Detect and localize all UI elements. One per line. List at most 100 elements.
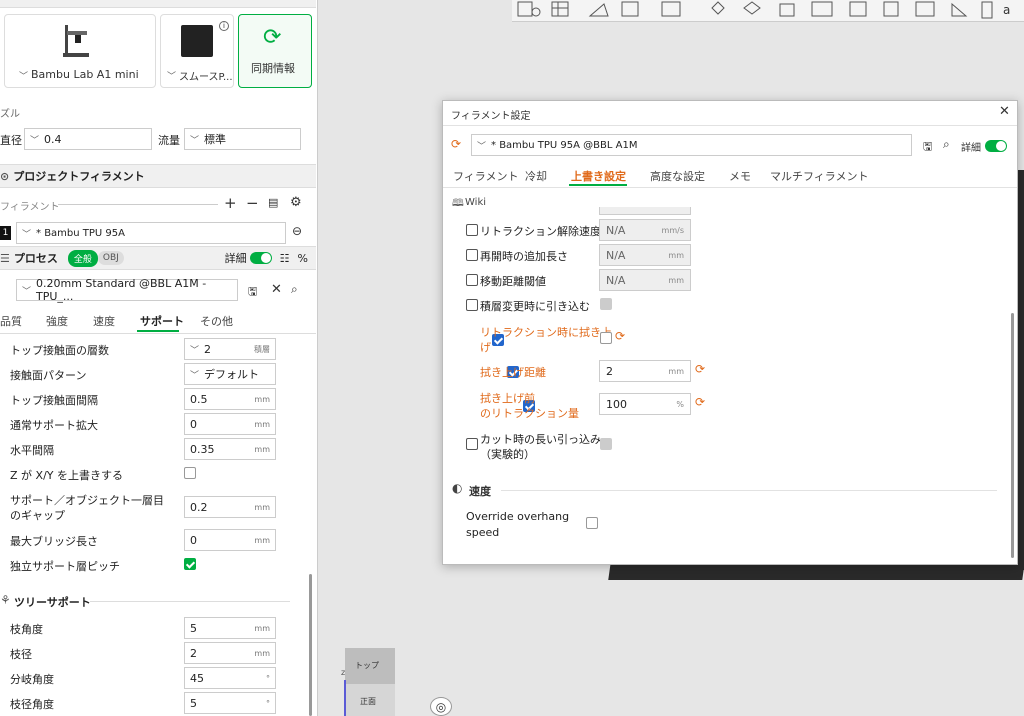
travel-distance-threshold-checkbox[interactable] xyxy=(466,274,478,286)
process-preset-select[interactable]: ﹀ 0.20mm Standard @BBL A1M -TPU_... xyxy=(16,277,238,303)
filament-select[interactable]: ﹀ * Bambu TPU 95A xyxy=(16,222,286,244)
max-bridge-length-input[interactable]: 0 mm xyxy=(184,529,276,551)
retract-before-wipe-reset-icon[interactable]: ⟳ xyxy=(695,395,705,409)
tab-support[interactable]: サポート xyxy=(140,313,184,329)
add-filament-icon[interactable]: + xyxy=(224,194,237,212)
branch-diameter-angle-input[interactable]: 5 ° xyxy=(184,692,276,714)
deretraction-speed-checkbox[interactable] xyxy=(466,224,478,236)
deretraction-speed-label: リトラクション解除速度 xyxy=(480,225,601,238)
diameter-label: 直径 xyxy=(0,134,22,147)
printer-card[interactable]: ﹀ Bambu Lab A1 mini xyxy=(4,14,156,88)
branch-diameter-angle-label: 枝径角度 xyxy=(10,698,54,711)
long-retraction-cut-value[interactable] xyxy=(600,438,612,450)
support-expansion-input[interactable]: 0 mm xyxy=(184,413,276,435)
flow-select[interactable]: ﹀ 標準 xyxy=(184,128,301,150)
plate-card[interactable]: i ﹀ スムースP... xyxy=(160,14,234,88)
remove-filament-icon[interactable]: − xyxy=(246,194,259,212)
dialog-search-icon[interactable]: ⌕ xyxy=(943,137,950,152)
nozzle-section-label: ズル xyxy=(0,109,20,120)
wipe-on-retract-reset-icon[interactable]: ⟳ xyxy=(615,329,625,343)
wipe-distance-input[interactable]: 2 mm xyxy=(599,360,691,382)
wiki-link[interactable]: Wiki xyxy=(465,197,486,208)
top-interface-layers-select[interactable]: ﹀ 2 積層 xyxy=(184,338,276,360)
xy-distance-label: 水平間隔 xyxy=(10,444,54,457)
toolbar-icons[interactable] xyxy=(512,0,1024,22)
dialog-tab-notes[interactable]: メモ xyxy=(729,168,751,184)
process-icon: ☰ xyxy=(0,251,10,265)
view-cube[interactable]: トップ 正面 xyxy=(345,648,395,716)
object-first-layer-gap-label: サポート／オブジェクト一層目 xyxy=(10,494,164,507)
restart-extra-length-checkbox[interactable] xyxy=(466,249,478,261)
branch-diameter-input[interactable]: 2 mm xyxy=(184,642,276,664)
filament-more-icon[interactable]: ⊖ xyxy=(292,224,302,238)
dialog-preset-select[interactable]: ﹀ * Bambu TPU 95A @BBL A1M xyxy=(471,134,912,156)
dialog-save-icon[interactable]: 🖫 xyxy=(923,138,932,157)
view-cube-front-label: 正面 xyxy=(360,697,376,706)
tab-other[interactable]: その他 xyxy=(200,313,233,329)
tab-strength[interactable]: 強度 xyxy=(46,313,68,329)
z-overrides-xy-checkbox[interactable] xyxy=(184,467,196,479)
process-header: ☰ プロセス 全般 OBJ 詳細 ☷ % xyxy=(0,246,316,270)
preset-reset-icon[interactable]: ⟳ xyxy=(451,137,461,151)
retract-before-wipe-input[interactable]: 100% xyxy=(599,393,691,415)
dialog-close-icon[interactable]: ✕ xyxy=(999,104,1010,119)
filament-settings-dialog: フィラメント設定 ✕ ⟳ ﹀ * Bambu TPU 95A @BBL A1M 🖫… xyxy=(442,100,1018,565)
detail-label: 詳細 xyxy=(224,252,247,265)
interface-pattern-select[interactable]: ﹀ デフォルト xyxy=(184,363,276,385)
retract-before-wipe-label-2: のリトラクション量 xyxy=(480,407,579,420)
filament-label: フィラメント xyxy=(0,202,60,213)
dialog-tab-override[interactable]: 上書き設定 xyxy=(571,168,626,184)
search-icon[interactable]: ⌕ xyxy=(291,282,298,297)
object-first-layer-gap-input[interactable]: 0.2 mm xyxy=(184,496,276,518)
top-interface-spacing-input[interactable]: 0.5 mm xyxy=(184,388,276,410)
branch-diameter-label: 枝径 xyxy=(10,648,32,661)
override-overhang-speed-checkbox[interactable] xyxy=(586,517,598,529)
mode-all-button[interactable]: 全般 xyxy=(67,249,98,267)
wipe-distance-label: 拭き上げ距離 xyxy=(480,366,546,379)
diameter-select[interactable]: ﹀ 0.4 xyxy=(24,128,152,150)
retract-before-wipe-label: 拭き上げ前 xyxy=(480,392,535,405)
sync-button[interactable]: ⟳ 同期情報 xyxy=(238,14,312,88)
dialog-tab-cooling[interactable]: 冷却 xyxy=(525,168,547,184)
info-icon[interactable]: i xyxy=(219,21,229,31)
detail-toggle[interactable] xyxy=(249,252,272,264)
dialog-scrollbar[interactable] xyxy=(1011,313,1014,558)
dialog-tab-filament[interactable]: フィラメント xyxy=(453,168,518,184)
travel-distance-threshold-label: 移動距離閾値 xyxy=(480,275,546,288)
retract-on-layer-change-label: 積層変更時に引き込む xyxy=(480,300,590,313)
retract-on-layer-change-value[interactable] xyxy=(600,298,612,310)
deretraction-speed-input[interactable]: N/A mm/s xyxy=(599,219,691,241)
close-icon[interactable]: ✕ xyxy=(271,282,282,297)
list-icon[interactable]: ☷ xyxy=(280,252,290,265)
branch-angle-input[interactable]: 5 mm xyxy=(184,617,276,639)
restart-extra-length-input[interactable]: N/A mm xyxy=(599,244,691,266)
retract-on-layer-change-checkbox[interactable] xyxy=(466,299,478,311)
dialog-tab-multi-filament[interactable]: マルチフィラメント xyxy=(770,168,868,184)
mode-obj-button[interactable]: OBJ xyxy=(97,251,124,265)
project-filament-header: ⊙ プロジェクトフィラメント xyxy=(0,164,316,188)
long-retraction-cut-checkbox[interactable] xyxy=(466,438,478,450)
wiki-icon[interactable]: 🕮 xyxy=(452,196,464,213)
filament-gear-icon[interactable]: ⚙ xyxy=(290,195,302,210)
filament-edit-icon[interactable]: ▤ xyxy=(268,196,278,209)
travel-distance-threshold-input[interactable]: N/A mm xyxy=(599,269,691,291)
wipe-distance-reset-icon[interactable]: ⟳ xyxy=(695,362,705,376)
sync-label: 同期情報 xyxy=(251,62,295,75)
camera-reset-icon[interactable]: ◎ xyxy=(430,697,452,716)
wipe-on-retract-value[interactable] xyxy=(600,332,612,344)
xy-distance-input[interactable]: 0.35 mm xyxy=(184,438,276,460)
branch-split-angle-input[interactable]: 45 ° xyxy=(184,667,276,689)
long-retraction-cut-label: カット時の長い引っ込み xyxy=(480,433,601,446)
dialog-detail-toggle[interactable] xyxy=(985,140,1007,152)
save-icon[interactable]: 🖫 xyxy=(248,283,257,302)
dialog-tab-advanced[interactable]: 高度な設定 xyxy=(650,168,705,184)
left-scrollbar[interactable] xyxy=(309,574,312,716)
tab-quality[interactable]: 品質 xyxy=(0,313,22,329)
independent-layer-height-checkbox[interactable] xyxy=(184,558,196,570)
printer-header xyxy=(0,0,316,8)
toolbar-letter[interactable]: a xyxy=(1003,3,1010,17)
tab-speed[interactable]: 速度 xyxy=(93,313,115,329)
independent-layer-height-label: 独立サポート層ピッチ xyxy=(10,560,120,573)
support-expansion-label: 通常サポート拡大 xyxy=(10,419,98,432)
percent-icon[interactable]: % xyxy=(298,252,308,265)
